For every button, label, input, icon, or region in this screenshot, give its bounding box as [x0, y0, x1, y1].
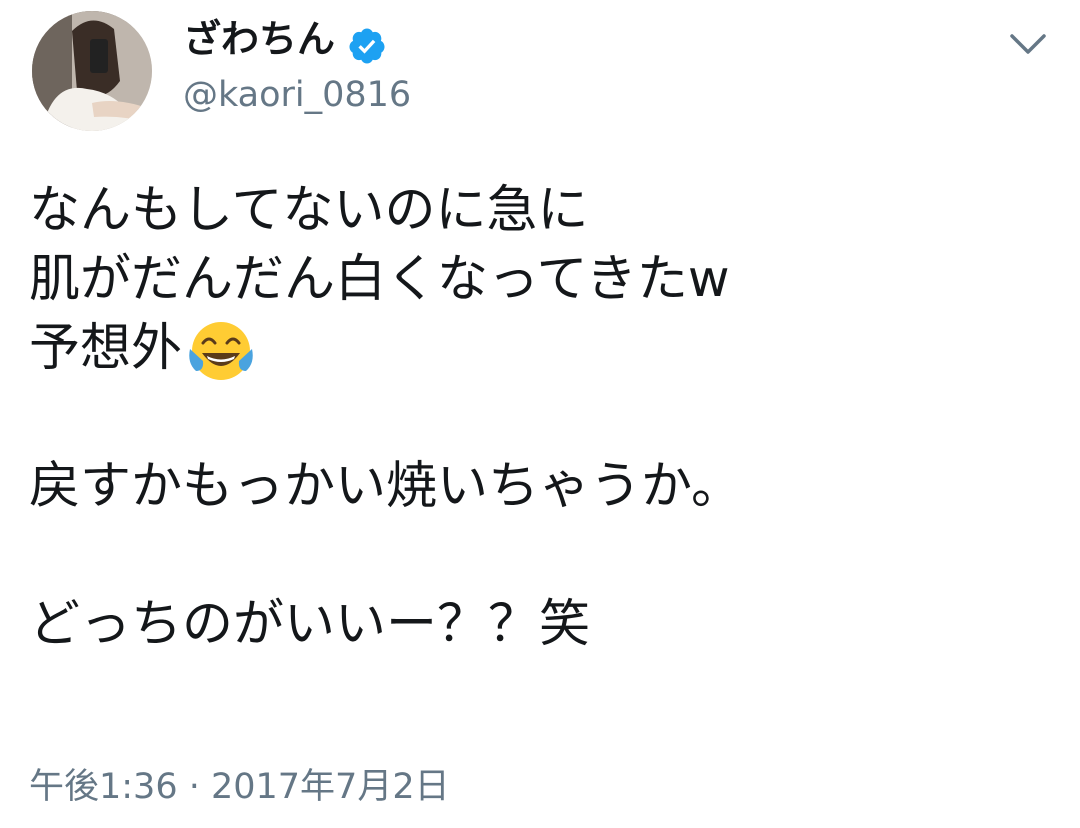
tweet-line-with-emoji: 予想外	[29, 314, 742, 383]
display-name[interactable]: ざわちん	[183, 14, 335, 64]
tweet-line	[29, 521, 742, 590]
tweet-text: なんもしてないのに急に 肌がだんだん白くなってきたw 予想外 戻すかもっかい焼い…	[29, 176, 742, 659]
tweet-line: どっちのがいいー？？笑	[29, 595, 591, 654]
avatar-photo	[32, 11, 152, 131]
tweet-line: 肌がだんだん白くなってきたw	[29, 250, 730, 309]
verified-badge-icon	[349, 28, 385, 64]
avatar[interactable]	[32, 11, 152, 131]
tweet-line: 予想外	[29, 319, 183, 378]
chevron-down-icon[interactable]	[1004, 24, 1052, 64]
user-handle[interactable]: @kaori_0816	[183, 72, 411, 118]
tweet-line: 戻すかもっかい焼いちゃうか。	[29, 457, 742, 516]
tweet-timestamp[interactable]: 午後1:36 · 2017年7月2日	[29, 764, 450, 810]
tweet-line	[29, 383, 742, 452]
face-with-tears-of-joy-emoji	[189, 322, 253, 380]
tweet-line: なんもしてないのに急に	[29, 181, 589, 240]
